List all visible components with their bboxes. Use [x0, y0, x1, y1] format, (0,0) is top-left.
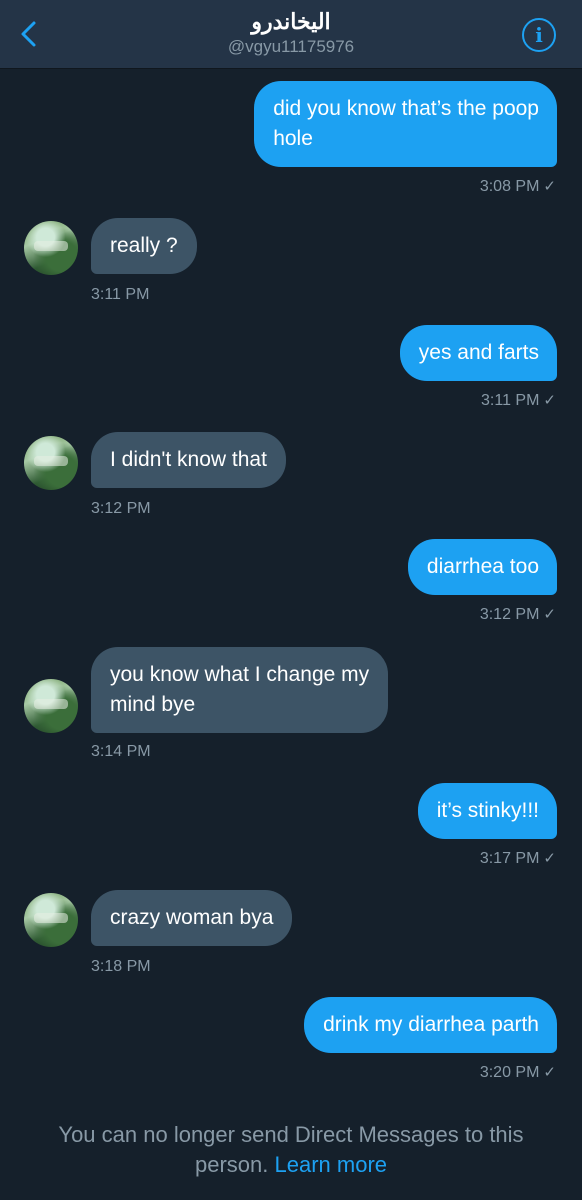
received-message[interactable]: you know what I change my mind bye [91, 647, 389, 733]
delivered-check-icon: ✓ [543, 606, 556, 623]
message-line: did you know that’s the poop [273, 97, 539, 120]
message-line: you know what I change my [110, 663, 370, 686]
received-message[interactable]: really ? [91, 218, 197, 274]
notice-line-2: person. Learn more [30, 1150, 552, 1180]
avatar[interactable] [24, 436, 78, 490]
delivered-check-icon: ✓ [543, 850, 556, 867]
message-line: drink my diarrhea parth [323, 1013, 539, 1036]
message-timestamp: 3:11 PM [91, 286, 150, 303]
message-timestamp: 3:12 PM ✓ [480, 605, 556, 625]
info-icon[interactable]: i [522, 18, 556, 52]
message-timestamp: 3:20 PM ✓ [480, 1063, 556, 1083]
timestamp-text: 3:17 PM [479, 850, 540, 867]
received-message[interactable]: I didn't know that [91, 432, 286, 488]
sent-message[interactable]: yes and farts [399, 325, 557, 381]
sent-message[interactable]: drink my diarrhea parth [304, 997, 557, 1053]
message-timestamp: 3:11 PM ✓ [481, 391, 556, 411]
sent-message[interactable]: did you know that’s the poop hole [254, 81, 557, 167]
avatar[interactable] [24, 893, 78, 947]
timestamp-text: 3:12 PM [479, 606, 540, 623]
header-title-block: اليخاندرو @vgyu11175976 [0, 8, 582, 58]
message-timestamp: 3:08 PM ✓ [480, 177, 556, 197]
timestamp-text: 3:11 PM [481, 392, 540, 409]
message-line: crazy woman bya [110, 906, 274, 929]
delivered-check-icon: ✓ [543, 392, 556, 409]
timestamp-text: 3:20 PM [479, 1064, 540, 1081]
message-line: I didn't know that [110, 448, 267, 471]
conversation-title: اليخاندرو [251, 9, 331, 34]
sent-message[interactable]: diarrhea too [407, 539, 557, 595]
message-timestamp: 3:12 PM [91, 500, 151, 517]
timestamp-text: 3:08 PM [479, 178, 540, 195]
message-line: mind bye [110, 693, 196, 716]
message-line: yes and farts [418, 341, 539, 364]
message-line: diarrhea too [426, 555, 539, 578]
message-line: really ? [110, 234, 178, 257]
avatar[interactable] [24, 679, 78, 733]
notice-text: person. [194, 1152, 269, 1177]
delivered-check-icon: ✓ [543, 178, 556, 195]
message-timestamp: 3:17 PM ✓ [480, 849, 556, 869]
message-line: hole [273, 127, 313, 150]
dm-disabled-notice: You can no longer send Direct Messages t… [0, 1120, 582, 1180]
message-timestamp: 3:18 PM [91, 958, 151, 975]
delivered-check-icon: ✓ [543, 1064, 556, 1081]
conversation-header: اليخاندرو @vgyu11175976 i [0, 0, 582, 69]
conversation-handle: @vgyu11175976 [227, 37, 355, 56]
message-line: it’s stinky!!! [436, 799, 539, 822]
avatar[interactable] [24, 221, 78, 275]
learn-more-link[interactable]: Learn more [275, 1152, 388, 1177]
message-timestamp: 3:14 PM [91, 743, 151, 760]
notice-line-1: You can no longer send Direct Messages t… [58, 1122, 524, 1147]
sent-message[interactable]: it’s stinky!!! [417, 783, 557, 839]
received-message[interactable]: crazy woman bya [91, 890, 293, 946]
